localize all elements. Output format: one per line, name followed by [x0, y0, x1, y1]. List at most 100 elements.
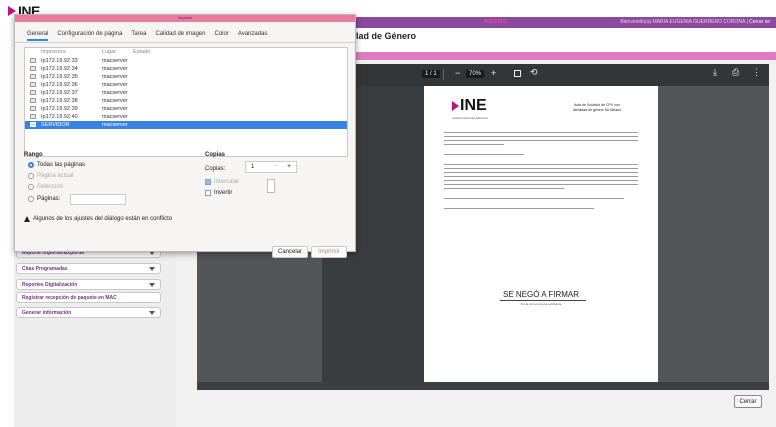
- printer-icon: [30, 74, 36, 79]
- range-all-pages[interactable]: Todas las páginas: [28, 162, 85, 168]
- printer-row[interactable]: Ip172.19.92.35 macserver: [25, 73, 347, 81]
- collate-preview-icon: [267, 179, 275, 193]
- copies-label: Copias:: [205, 166, 226, 172]
- pdf-text-line: [444, 140, 638, 142]
- pages-input[interactable]: [70, 194, 126, 205]
- sidebar-item-citas-programadas[interactable]: Citas Programadas: [16, 263, 161, 274]
- minus-icon[interactable]: −: [274, 163, 278, 170]
- alerts-link[interactable]: ALERTAS: [484, 19, 506, 25]
- greeting-text: Bienvenido(a) MARIA EUGENIA GUERRERO COR…: [620, 19, 746, 25]
- sidebar-item-reportes-digitalizacion[interactable]: Reportes Digitalización: [16, 279, 161, 290]
- printer-row[interactable]: Ip172.19.92.40 macserver: [25, 113, 347, 121]
- sidebar-item-label: Reportes Digitalización: [22, 281, 78, 288]
- close-button[interactable]: Cerrar: [734, 395, 762, 408]
- collate-checkbox[interactable]: Intercalar: [205, 179, 239, 185]
- chevron-down-icon: [149, 310, 155, 315]
- logout-link[interactable]: Cerrar se: [749, 19, 770, 25]
- cancel-button[interactable]: Cancelar: [272, 246, 308, 258]
- pdf-text-line: [444, 154, 524, 156]
- printer-row[interactable]: Ip172.19.92.37 macserver: [25, 89, 347, 97]
- zoom-level[interactable]: 70%: [466, 70, 485, 78]
- pdf-text-line: [444, 176, 638, 178]
- printer-name: Ip172.19.92.37: [41, 90, 78, 96]
- more-icon[interactable]: ⋮: [752, 67, 761, 78]
- pdf-logo-text: INE: [460, 97, 487, 114]
- printer-row[interactable]: Ip172.19.92.39 macserver: [25, 105, 347, 113]
- horizontal-scrollbar[interactable]: [197, 382, 769, 390]
- fit-page-icon[interactable]: [514, 70, 521, 77]
- printer-icon: [30, 90, 36, 95]
- pdf-text-line: [444, 208, 594, 210]
- conflict-warning: Algunos de los ajustes del diálogo están…: [24, 216, 172, 222]
- printer-icon: [30, 122, 36, 127]
- pdf-title: Acta de Solicitud de CPV con Identidad d…: [552, 103, 642, 113]
- sidebar-item-registrar-paquete[interactable]: Registrar recepción de paquete en MAC: [16, 292, 161, 303]
- download-icon[interactable]: ⤓: [713, 67, 717, 78]
- printer-icon: [30, 114, 36, 119]
- printer-location: macserver: [102, 122, 128, 128]
- radio-icon: [28, 173, 34, 179]
- checkbox-label: Invertir: [214, 190, 233, 196]
- copies-stepper[interactable]: 1 − +: [245, 161, 297, 173]
- pdf-text-line: [444, 198, 624, 200]
- print-button[interactable]: Imprimir: [311, 246, 347, 258]
- rotate-icon[interactable]: ⟲: [530, 67, 538, 78]
- reverse-checkbox[interactable]: Invertir: [205, 190, 232, 196]
- pdf-text-line: [444, 180, 638, 182]
- column-location[interactable]: Lugar: [102, 49, 116, 55]
- column-printer[interactable]: Impresora: [41, 49, 66, 55]
- tab-job[interactable]: Tarea: [131, 31, 146, 41]
- printer-location: macserver: [102, 106, 128, 112]
- signature-line: [500, 300, 586, 301]
- printer-row-selected[interactable]: SERVIDOR macserver: [25, 121, 347, 129]
- pdf-page: INE Instituto Nacional Electoral Acta de…: [424, 86, 658, 382]
- printer-name: Ip172.19.92.34: [41, 66, 78, 72]
- toolbar-divider: [443, 69, 444, 80]
- pdf-text-line: [444, 172, 638, 174]
- zoom-out-icon[interactable]: −: [455, 68, 460, 78]
- printer-list: Impresora Lugar Estado Ip172.19.92.33 ma…: [24, 47, 348, 157]
- ine-logo-mark-icon: [452, 101, 459, 111]
- printer-row[interactable]: Ip172.19.92.36 macserver: [25, 81, 347, 89]
- sidebar-item-generar-informacion[interactable]: Generar información: [16, 307, 161, 318]
- radio-label: Página actual: [37, 173, 74, 179]
- zoom-in-icon[interactable]: +: [491, 68, 496, 78]
- warning-icon: [24, 216, 30, 222]
- printer-location: macserver: [102, 98, 128, 104]
- checkbox-icon: [205, 190, 211, 196]
- tab-page-setup[interactable]: Configuración de página: [57, 31, 122, 41]
- plus-icon[interactable]: +: [287, 163, 291, 170]
- checkbox-label: Intercalar: [214, 179, 240, 185]
- printer-row[interactable]: Ip172.19.92.34 macserver: [25, 65, 347, 73]
- page-indicator[interactable]: 1 / 1: [422, 70, 440, 78]
- range-pages[interactable]: Páginas:: [28, 196, 60, 202]
- column-status[interactable]: Estado: [133, 49, 150, 55]
- chevron-down-icon: [149, 266, 155, 271]
- tab-color[interactable]: Color: [214, 31, 228, 41]
- printer-icon: [30, 98, 36, 103]
- pdf-title-line: Identidad de género No Binario: [572, 108, 622, 112]
- radio-label: Todas las páginas: [37, 162, 86, 168]
- printer-name: Ip172.19.92.33: [41, 58, 78, 64]
- tab-image-quality[interactable]: Calidad de imagen: [155, 31, 205, 41]
- pdf-text-line: [444, 132, 638, 134]
- printer-location: macserver: [102, 90, 128, 96]
- tab-general[interactable]: General: [27, 31, 49, 41]
- printer-row[interactable]: Ip172.19.92.38 macserver: [25, 97, 347, 105]
- printer-location: macserver: [102, 114, 128, 120]
- page-title: lad de Género: [356, 31, 417, 41]
- user-greeting: Bienvenido(a) MARIA EUGENIA GUERRERO COR…: [620, 19, 770, 25]
- range-selection[interactable]: Selección: [28, 184, 63, 190]
- printer-icon: [30, 66, 36, 71]
- dialog-tabs: General Configuración de página Tarea Ca…: [27, 31, 267, 41]
- print-icon[interactable]: ⎙: [732, 67, 739, 78]
- pdf-text-line: [444, 184, 638, 186]
- printer-row[interactable]: Ip172.19.92.33 macserver: [25, 57, 347, 65]
- range-title: Rango: [24, 152, 43, 158]
- printer-location: macserver: [102, 66, 128, 72]
- copies-title: Copias: [205, 152, 226, 158]
- printer-location: macserver: [102, 58, 128, 64]
- tab-advanced[interactable]: Avanzadas: [238, 31, 268, 41]
- range-current-page[interactable]: Página actual: [28, 173, 73, 179]
- copies-value[interactable]: 1: [251, 164, 254, 170]
